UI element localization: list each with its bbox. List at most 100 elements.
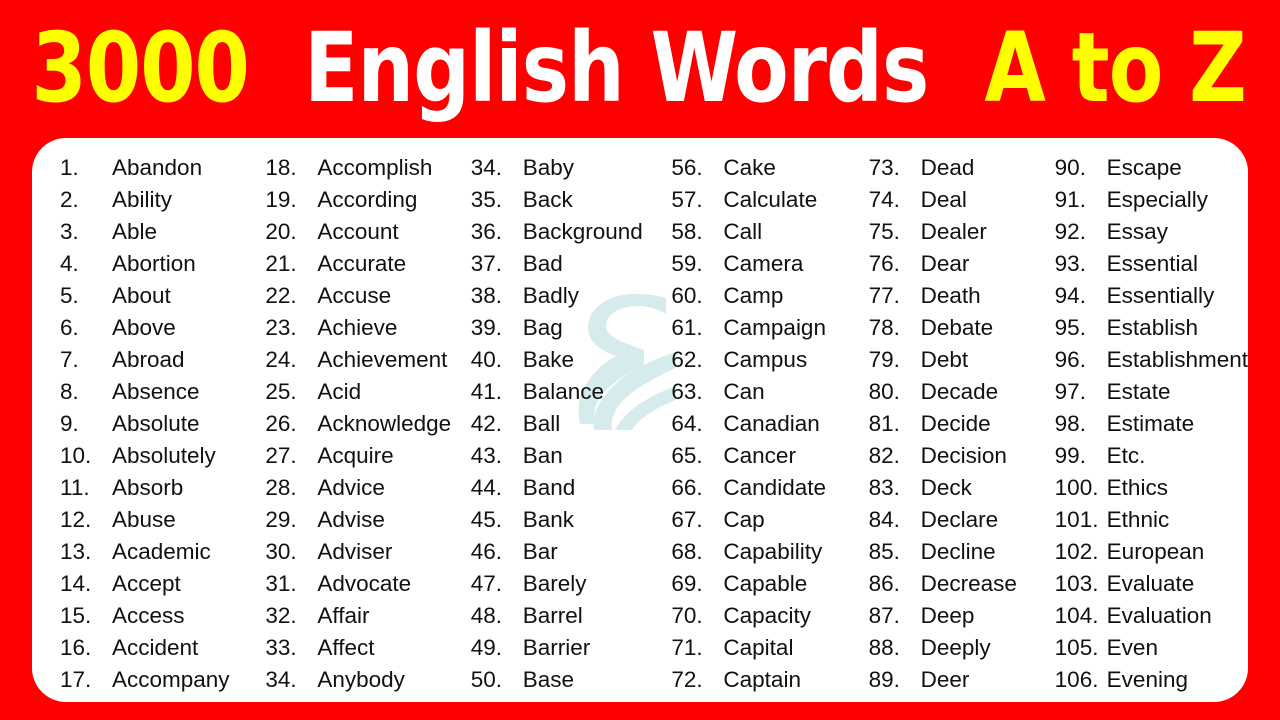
word-row[interactable]: 97. Estate (1055, 376, 1248, 408)
word-row[interactable]: 79. Debt (869, 344, 1037, 376)
word-row[interactable]: 78. Debate (869, 312, 1037, 344)
word-row[interactable]: 8. Absence (60, 376, 251, 408)
word-row[interactable]: 12. Abuse (60, 504, 251, 536)
word-row[interactable]: 60. Camp (671, 280, 850, 312)
word-row[interactable]: 34. Baby (471, 152, 658, 184)
word-row[interactable]: 3. Able (60, 216, 251, 248)
word-row[interactable]: 50. Base (471, 664, 658, 696)
word-row[interactable]: 22. Accuse (265, 280, 456, 312)
word-row[interactable]: 31. Advocate (265, 568, 456, 600)
word-row[interactable]: 56. Cake (671, 152, 850, 184)
word-row[interactable]: 58. Call (671, 216, 850, 248)
word-row[interactable]: 69. Capable (671, 568, 850, 600)
word-row[interactable]: 66. Candidate (671, 472, 850, 504)
word-row[interactable]: 64. Canadian (671, 408, 850, 440)
word-row[interactable]: 68. Capability (671, 536, 850, 568)
word-row[interactable]: 2. Ability (60, 184, 251, 216)
word-row[interactable]: 46. Bar (471, 536, 658, 568)
word-row[interactable]: 40. Bake (471, 344, 658, 376)
word-row[interactable]: 11. Absorb (60, 472, 251, 504)
word-row[interactable]: 99. Etc. (1055, 440, 1248, 472)
word-row[interactable]: 23. Achieve (265, 312, 456, 344)
word-row[interactable]: 1. Abandon (60, 152, 251, 184)
word-row[interactable]: 90. Escape (1055, 152, 1248, 184)
word-row[interactable]: 20. Account (265, 216, 456, 248)
word-row[interactable]: 86. Decrease (869, 568, 1037, 600)
word-row[interactable]: 103. Evaluate (1055, 568, 1248, 600)
word-row[interactable]: 45. Bank (471, 504, 658, 536)
word-row[interactable]: 35. Back (471, 184, 658, 216)
word-row[interactable]: 6. Above (60, 312, 251, 344)
word-row[interactable]: 105. Even (1055, 632, 1248, 664)
word-row[interactable]: 38. Badly (471, 280, 658, 312)
word-row[interactable]: 25. Acid (265, 376, 456, 408)
word-row[interactable]: 73. Dead (869, 152, 1037, 184)
word-row[interactable]: 57. Calculate (671, 184, 850, 216)
word-row[interactable]: 9. Absolute (60, 408, 251, 440)
word-row[interactable]: 59. Camera (671, 248, 850, 280)
word-row[interactable]: 89. Deer (869, 664, 1037, 696)
word-row[interactable]: 67. Cap (671, 504, 850, 536)
word-row[interactable]: 41. Balance (471, 376, 658, 408)
word-row[interactable]: 70. Capacity (671, 600, 850, 632)
word-row[interactable]: 85. Decline (869, 536, 1037, 568)
word-row[interactable]: 82. Decision (869, 440, 1037, 472)
word-row[interactable]: 106. Evening (1055, 664, 1248, 696)
word-row[interactable]: 36. Background (471, 216, 658, 248)
word-row[interactable]: 81. Decide (869, 408, 1037, 440)
word-row[interactable]: 87. Deep (869, 600, 1037, 632)
word-row[interactable]: 65. Cancer (671, 440, 850, 472)
word-row[interactable]: 29. Advise (265, 504, 456, 536)
word-row[interactable]: 18. Accomplish (265, 152, 456, 184)
word-row[interactable]: 75. Dealer (869, 216, 1037, 248)
word-row[interactable]: 96. Establishment (1055, 344, 1248, 376)
word-row[interactable]: 63. Can (671, 376, 850, 408)
word-row[interactable]: 14. Accept (60, 568, 251, 600)
word-row[interactable]: 26. Acknowledge (265, 408, 456, 440)
word-row[interactable]: 7. Abroad (60, 344, 251, 376)
word-row[interactable]: 76. Dear (869, 248, 1037, 280)
word-row[interactable]: 39. Bag (471, 312, 658, 344)
word-row[interactable]: 91. Especially (1055, 184, 1248, 216)
word-row[interactable]: 83. Deck (869, 472, 1037, 504)
word-row[interactable]: 19. According (265, 184, 456, 216)
word-row[interactable]: 101. Ethnic (1055, 504, 1248, 536)
word-row[interactable]: 88. Deeply (869, 632, 1037, 664)
word-row[interactable]: 61. Campaign (671, 312, 850, 344)
word-row[interactable]: 102. European (1055, 536, 1248, 568)
word-row[interactable]: 74. Deal (869, 184, 1037, 216)
word-row[interactable]: 71. Capital (671, 632, 850, 664)
word-row[interactable]: 84. Declare (869, 504, 1037, 536)
word-row[interactable]: 42. Ball (471, 408, 658, 440)
word-row[interactable]: 30. Adviser (265, 536, 456, 568)
word-row[interactable]: 4. Abortion (60, 248, 251, 280)
word-row[interactable]: 92. Essay (1055, 216, 1248, 248)
word-row[interactable]: 80. Decade (869, 376, 1037, 408)
word-row[interactable]: 13. Academic (60, 536, 251, 568)
word-row[interactable]: 62. Campus (671, 344, 850, 376)
word-row[interactable]: 5. About (60, 280, 251, 312)
word-row[interactable]: 77. Death (869, 280, 1037, 312)
word-row[interactable]: 72. Captain (671, 664, 850, 696)
word-row[interactable]: 21. Accurate (265, 248, 456, 280)
word-row[interactable]: 17. Accompany (60, 664, 251, 696)
word-row[interactable]: 95. Establish (1055, 312, 1248, 344)
word-row[interactable]: 104. Evaluation (1055, 600, 1248, 632)
word-row[interactable]: 27. Acquire (265, 440, 456, 472)
word-row[interactable]: 44. Band (471, 472, 658, 504)
word-row[interactable]: 94. Essentially (1055, 280, 1248, 312)
word-row[interactable]: 10. Absolutely (60, 440, 251, 472)
word-row[interactable]: 47. Barely (471, 568, 658, 600)
word-row[interactable]: 15. Access (60, 600, 251, 632)
word-row[interactable]: 49. Barrier (471, 632, 658, 664)
word-row[interactable]: 93. Essential (1055, 248, 1248, 280)
word-row[interactable]: 32. Affair (265, 600, 456, 632)
word-row[interactable]: 37. Bad (471, 248, 658, 280)
word-row[interactable]: 24. Achievement (265, 344, 456, 376)
word-row[interactable]: 16. Accident (60, 632, 251, 664)
word-row[interactable]: 48. Barrel (471, 600, 658, 632)
word-row[interactable]: 28. Advice (265, 472, 456, 504)
word-row[interactable]: 98. Estimate (1055, 408, 1248, 440)
word-row[interactable]: 33. Affect (265, 632, 456, 664)
word-row[interactable]: 43. Ban (471, 440, 658, 472)
